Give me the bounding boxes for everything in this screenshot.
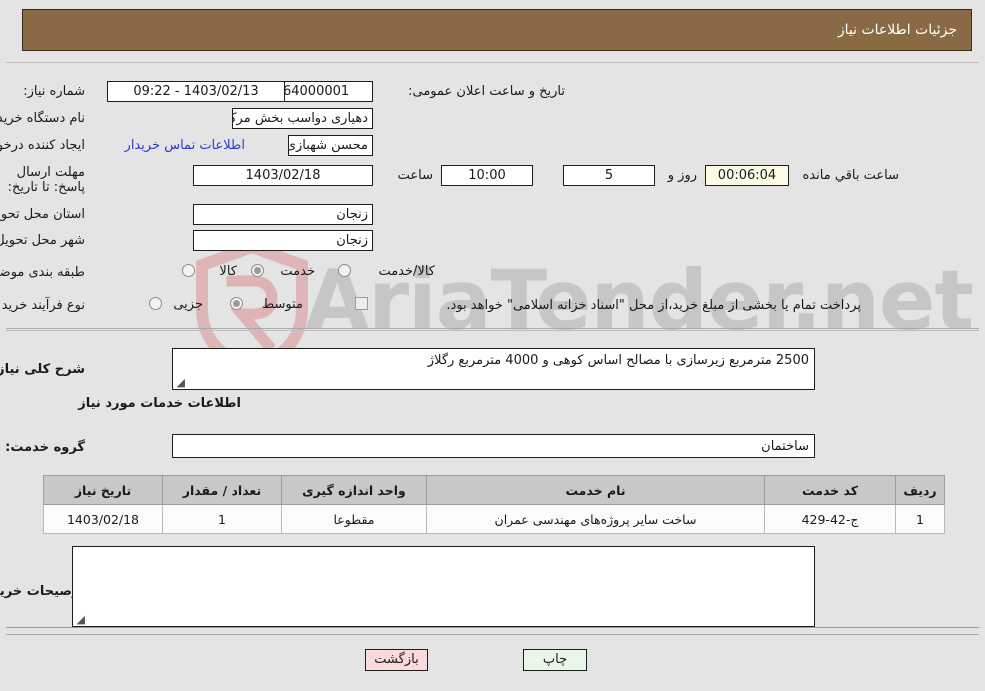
- deadline-date-field[interactable]: 1403/02/18: [193, 165, 373, 186]
- back-button[interactable]: بازگشت: [365, 649, 428, 671]
- requester-label: ایجاد کننده درخواست:: [0, 138, 85, 153]
- services-section-title: اطلاعات خدمات مورد نیاز: [78, 396, 241, 411]
- remaining-days-field[interactable]: 5: [563, 165, 655, 186]
- announce-datetime-field[interactable]: 1403/02/13 - 09:22: [107, 81, 285, 102]
- cell-date: 1403/02/18: [43, 504, 163, 534]
- cell-unit: مقطوعا: [281, 504, 427, 534]
- col-quantity: تعداد / مقدار: [162, 475, 282, 505]
- services-table: ردیف کد خدمت نام خدمت واحد اندازه گیری ت…: [43, 475, 945, 534]
- process-radio-motevaset[interactable]: [230, 297, 243, 310]
- category-option-khedmat-label: خدمت: [280, 264, 315, 279]
- cell-name: ساخت سایر پروژه‌های مهندسی عمران: [426, 504, 765, 534]
- category-radio-kala-khedmat[interactable]: [338, 264, 351, 277]
- service-group-label: گروه خدمت:: [5, 440, 85, 455]
- col-row: ردیف: [895, 475, 945, 505]
- print-button[interactable]: چاپ: [523, 649, 587, 671]
- page-title: جزئیات اطلاعات نیاز: [837, 22, 957, 38]
- need-details-page: AriaTender.net جزئیات اطلاعات نیاز شماره…: [0, 0, 985, 691]
- process-option-jozei-label: جزیی: [173, 297, 203, 312]
- description-value: 2500 مترمربع زیرسازی با مصالح اساس کوهی …: [427, 353, 809, 368]
- table-row[interactable]: 1 ج-42-429 ساخت سایر پروژه‌های مهندسی عم…: [43, 504, 945, 534]
- col-name: نام خدمت: [426, 475, 765, 505]
- province-field[interactable]: زنجان: [193, 204, 373, 225]
- service-group-value: ساختمان: [761, 439, 809, 454]
- col-unit: واحد اندازه گیری: [281, 475, 427, 505]
- announce-datetime-label: تاریخ و ساعت اعلان عمومی:: [408, 84, 565, 99]
- need-number-label: شماره نیاز:: [23, 84, 85, 99]
- province-label: استان محل تحویل:: [0, 207, 85, 222]
- process-radio-jozei[interactable]: [149, 297, 162, 310]
- buyer-notes-textarea[interactable]: ◢: [72, 546, 815, 627]
- buyer-contact-link[interactable]: اطلاعات تماس خریدار: [125, 138, 245, 153]
- deadline-time-field[interactable]: 10:00: [441, 165, 533, 186]
- description-label: شرح کلی نیاز:: [0, 362, 85, 377]
- page-titlebar: جزئیات اطلاعات نیاز: [22, 9, 972, 51]
- hour-label: ساعت: [397, 168, 433, 183]
- panel-divider-bottom: [6, 634, 979, 635]
- table-header-row: ردیف کد خدمت نام خدمت واحد اندازه گیری ت…: [43, 475, 945, 505]
- requester-field[interactable]: محسن شهبازی دهیار روستای دواسب دهیاری دو…: [288, 135, 373, 156]
- city-field[interactable]: زنجان: [193, 230, 373, 251]
- buyer-org-label: نام دستگاه خریدار:: [0, 111, 85, 126]
- category-radio-kala[interactable]: [182, 264, 195, 277]
- cell-row: 1: [895, 504, 945, 534]
- category-label: طبقه بندی موضوعی:: [0, 265, 85, 280]
- description-textarea[interactable]: 2500 مترمربع زیرسازی با مصالح اساس کوهی …: [172, 348, 815, 390]
- col-code: کد خدمت: [764, 475, 896, 505]
- process-option-motevaset-label: متوسط: [262, 297, 303, 312]
- category-option-kala-khedmat-label: کالا/خدمت: [378, 264, 435, 279]
- buyer-org-field[interactable]: دهیاری دواسب بخش مرکزی شهرستان زنجان: [232, 108, 373, 129]
- city-label: شهر محل تحویل:: [0, 233, 85, 248]
- summary-panel: [6, 62, 979, 331]
- deadline-label: مهلت ارسال پاسخ: تا تاریخ:: [7, 165, 85, 195]
- resize-grip-icon-2[interactable]: ◢: [75, 614, 85, 625]
- days-label: روز و: [667, 168, 697, 183]
- col-date: تاریخ نیاز: [43, 475, 163, 505]
- panel-divider-top: [6, 328, 979, 329]
- countdown-label: ساعت باقي مانده: [802, 168, 899, 183]
- category-option-kala-label: کالا: [219, 264, 237, 279]
- cell-quantity: 1: [162, 504, 282, 534]
- treasury-bonds-checkbox[interactable]: [355, 297, 368, 310]
- service-group-field[interactable]: ساختمان: [172, 434, 815, 458]
- countdown-field: 00:06:04: [705, 165, 789, 186]
- category-radio-khedmat[interactable]: [251, 264, 264, 277]
- treasury-bonds-label: پرداخت تمام یا بخشی از مبلغ خرید،از محل …: [446, 298, 861, 313]
- resize-grip-icon[interactable]: ◢: [175, 377, 185, 388]
- process-label: نوع فرآیند خرید :: [0, 298, 85, 313]
- cell-code: ج-42-429: [764, 504, 896, 534]
